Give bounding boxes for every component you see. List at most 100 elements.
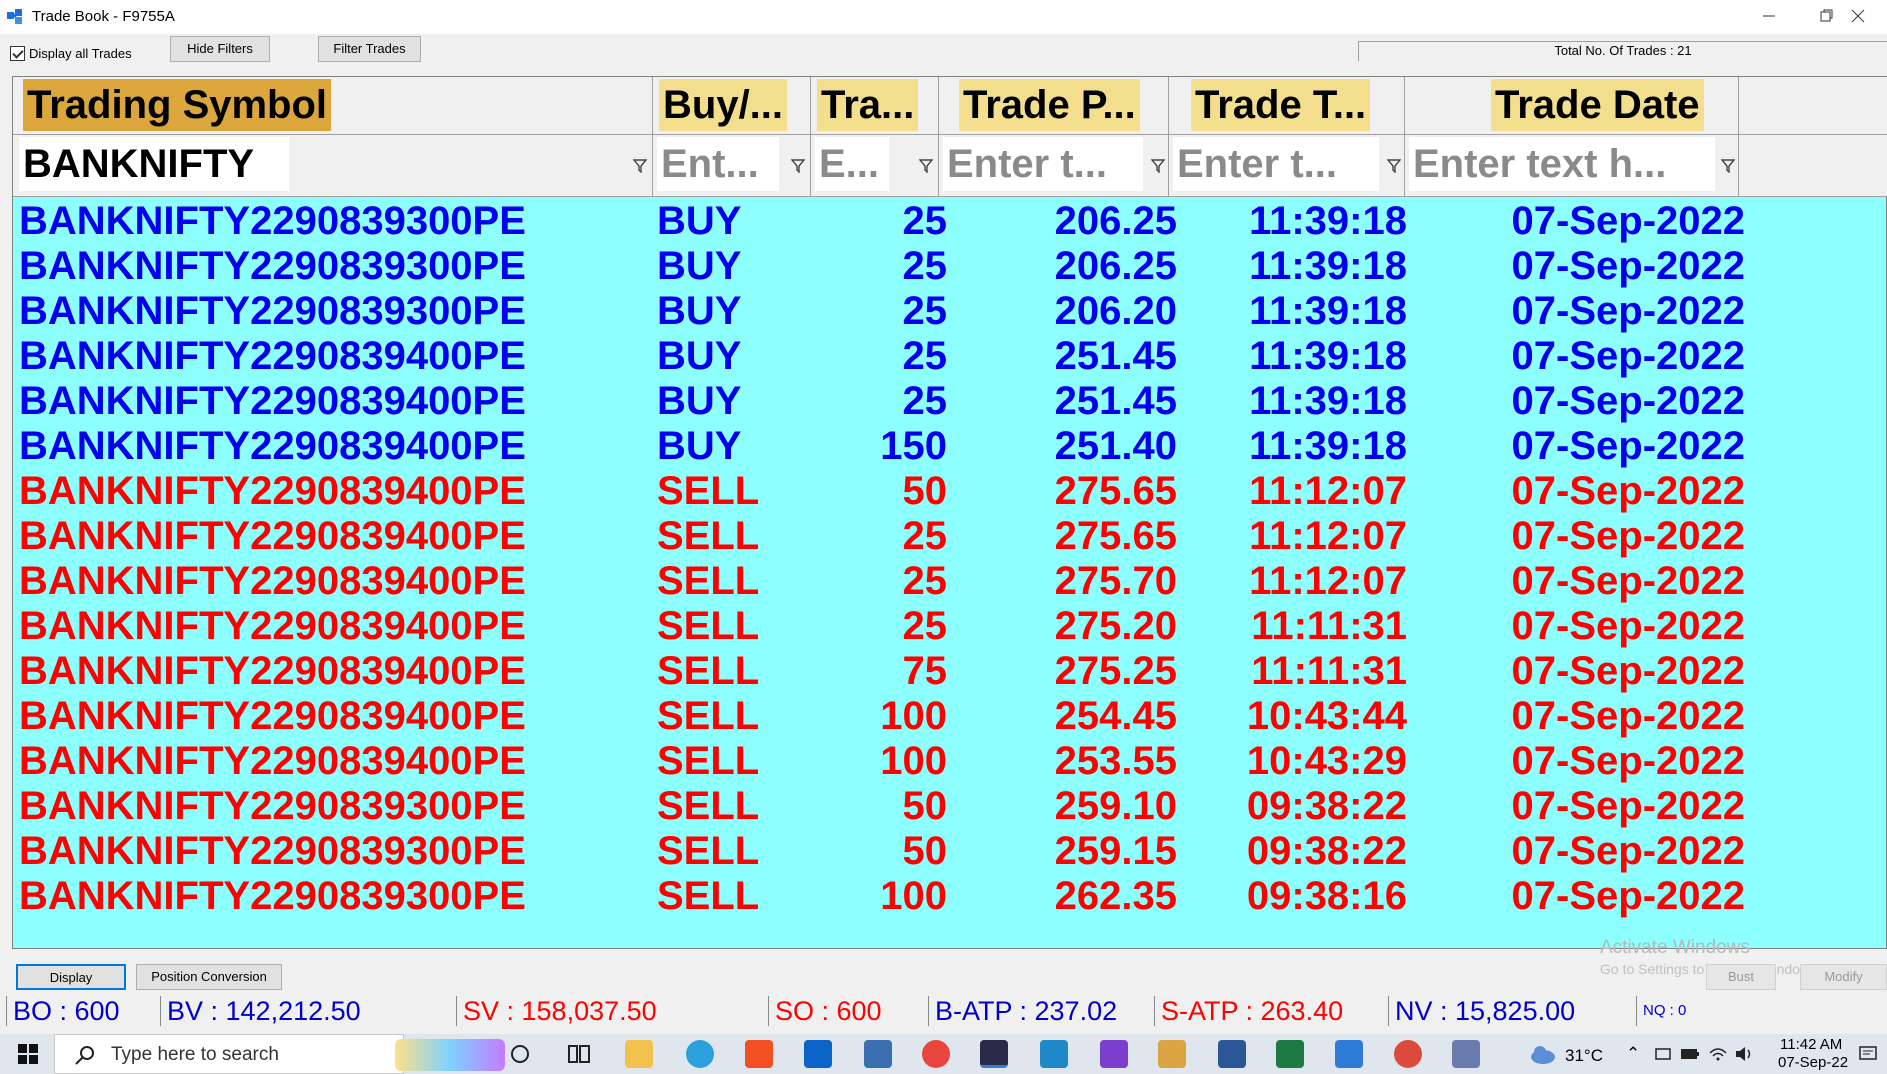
mail-icon[interactable] <box>804 1040 832 1068</box>
modify-button[interactable]: Modify <box>1800 964 1887 990</box>
desktop-app-icon[interactable] <box>864 1040 892 1068</box>
taskbar-clock-time[interactable]: 11:42 AM <box>1780 1036 1842 1053</box>
cell-time: 11:39:18 <box>1249 424 1407 468</box>
filter-trade-price-input[interactable]: Enter t... <box>943 137 1143 191</box>
filter-trade-qty-input[interactable]: E... <box>815 137 889 191</box>
table-row[interactable]: BANKNIFTY2290839300PE SELL 50 259.10 09:38:2… <box>13 784 1887 829</box>
table-row[interactable]: BANKNIFTY2290839400PE SELL 100 253.55 10:43:… <box>13 739 1887 784</box>
cell-date: 07-Sep-2022 <box>1511 694 1745 738</box>
cell-time: 09:38:16 <box>1246 874 1407 918</box>
filter-trade-qty: E... <box>811 135 939 197</box>
cell-symbol: BANKNIFTY2290839400PE <box>19 424 526 468</box>
minimize-button[interactable] <box>1740 0 1798 32</box>
trade-grid: Trading Symbol Buy/... Tra... Trade P...… <box>12 76 1887 977</box>
cell-price: 275.65 <box>1054 514 1177 558</box>
taskbar-search-box[interactable]: Type here to search <box>54 1034 505 1074</box>
table-row[interactable]: BANKNIFTY2290839400PE SELL 50 275.65 11:12:0… <box>13 469 1887 514</box>
table-row[interactable]: BANKNIFTY2290839400PE BUY 150 251.40 11:39:1… <box>13 424 1887 469</box>
cell-side: SELL <box>657 514 760 558</box>
notifications-icon[interactable] <box>1858 1045 1878 1063</box>
hide-filters-button[interactable]: Hide Filters <box>170 36 270 62</box>
search-icon <box>75 1046 94 1065</box>
filter-funnel-icon[interactable] <box>1387 159 1401 173</box>
cell-side: SELL <box>657 829 760 873</box>
cell-time: 11:12:07 <box>1249 469 1407 513</box>
filter-trades-button[interactable]: Filter Trades <box>318 36 421 62</box>
filter-trade-date-input[interactable]: Enter text h... <box>1409 137 1715 191</box>
image-app-icon[interactable] <box>1158 1040 1186 1068</box>
excel-icon[interactable] <box>1276 1040 1304 1068</box>
filter-funnel-icon[interactable] <box>919 159 933 173</box>
microsoft-store-icon[interactable] <box>745 1040 773 1068</box>
checkbox-checked-icon[interactable] <box>10 46 25 61</box>
header-trading-symbol[interactable]: Trading Symbol <box>13 77 653 135</box>
wifi-icon[interactable] <box>1708 1045 1728 1063</box>
cortana-icon[interactable] <box>509 1043 531 1065</box>
position-conversion-button[interactable]: Position Conversion <box>136 964 282 990</box>
cell-qty: 100 <box>880 874 947 918</box>
cell-side: SELL <box>657 694 760 738</box>
cell-date: 07-Sep-2022 <box>1511 874 1745 918</box>
cell-side: SELL <box>657 784 760 828</box>
filter-funnel-icon[interactable] <box>633 159 647 173</box>
photos-icon[interactable] <box>1335 1040 1363 1068</box>
table-row[interactable]: BANKNIFTY2290839400PE SELL 75 275.25 11:11:3… <box>13 649 1887 694</box>
file-explorer-icon[interactable] <box>625 1040 653 1068</box>
filter-trading-symbol-input[interactable]: BANKNIFTY <box>19 137 289 191</box>
network-icon[interactable] <box>1654 1045 1672 1063</box>
filter-funnel-icon[interactable] <box>1721 159 1735 173</box>
filter-funnel-icon[interactable] <box>1151 159 1165 173</box>
display-all-trades-checkbox[interactable]: Display all Trades <box>10 46 132 61</box>
weather-cloud-icon[interactable] <box>1528 1043 1558 1065</box>
filter-funnel-icon[interactable] <box>791 159 805 173</box>
cell-qty: 50 <box>902 469 948 513</box>
table-row[interactable]: BANKNIFTY2290839400PE SELL 100 254.45 10:43:… <box>13 694 1887 739</box>
table-row[interactable]: BANKNIFTY2290839400PE SELL 25 275.65 11:12:0… <box>13 514 1887 559</box>
taskbar-clock-date[interactable]: 07-Sep-22 <box>1778 1054 1848 1071</box>
cell-symbol: BANKNIFTY2290839400PE <box>19 334 526 378</box>
trading-terminal-icon[interactable] <box>980 1040 1008 1068</box>
display-button[interactable]: Display <box>16 964 126 990</box>
cell-qty: 75 <box>902 649 948 693</box>
table-row[interactable]: BANKNIFTY2290839300PE SELL 50 259.15 09:38:2… <box>13 829 1887 874</box>
task-view-icon[interactable] <box>567 1043 591 1065</box>
document-app-icon[interactable] <box>1218 1040 1246 1068</box>
table-row[interactable]: BANKNIFTY2290839300PE BUY 25 206.25 11:39:18… <box>13 199 1887 244</box>
bust-button[interactable]: Bust <box>1706 964 1776 990</box>
cell-time: 10:43:29 <box>1246 739 1407 783</box>
filter-trade-time-input[interactable]: Enter t... <box>1173 137 1379 191</box>
table-row[interactable]: BANKNIFTY2290839400PE BUY 25 251.45 11:39:18… <box>13 379 1887 424</box>
header-label: Buy/... <box>659 79 788 131</box>
app-triangle-icon[interactable] <box>1100 1040 1128 1068</box>
header-trade-qty[interactable]: Tra... <box>811 77 939 135</box>
status-buy-value: BV : 142,212.50 <box>160 996 450 1026</box>
table-row[interactable]: BANKNIFTY2290839300PE BUY 25 206.20 11:39:18… <box>13 289 1887 334</box>
header-trade-date[interactable]: Trade Date <box>1405 77 1739 135</box>
cell-qty: 50 <box>902 829 948 873</box>
table-row[interactable]: BANKNIFTY2290839400PE BUY 25 251.45 11:39:18… <box>13 334 1887 379</box>
close-button[interactable] <box>1829 0 1887 32</box>
chrome-icon[interactable] <box>922 1040 950 1068</box>
filter-buy-sell-input[interactable]: Ent... <box>657 137 779 191</box>
header-buy-sell[interactable]: Buy/... <box>653 77 811 135</box>
header-trade-time[interactable]: Trade T... <box>1169 77 1405 135</box>
cell-time: 11:11:31 <box>1251 604 1407 648</box>
cell-price: 251.40 <box>1054 424 1177 468</box>
battery-icon[interactable] <box>1680 1046 1700 1062</box>
table-row[interactable]: BANKNIFTY2290839400PE SELL 25 275.70 11:12:0… <box>13 559 1887 604</box>
chrome-profile-icon[interactable] <box>1394 1040 1422 1068</box>
cell-qty: 100 <box>880 694 947 738</box>
cell-symbol: BANKNIFTY2290839300PE <box>19 784 526 828</box>
snipping-tool-icon[interactable] <box>1040 1040 1068 1068</box>
table-row[interactable]: BANKNIFTY2290839400PE SELL 25 275.20 11:11:3… <box>13 604 1887 649</box>
cell-date: 07-Sep-2022 <box>1511 199 1745 243</box>
windows-start-icon[interactable] <box>18 1044 38 1064</box>
cell-price: 262.35 <box>1054 874 1177 918</box>
header-trade-price[interactable]: Trade P... <box>939 77 1169 135</box>
table-row[interactable]: BANKNIFTY2290839300PE BUY 25 206.25 11:39:18… <box>13 244 1887 289</box>
tray-chevron-up-icon[interactable]: ⌃ <box>1626 1044 1640 1064</box>
volume-icon[interactable] <box>1734 1045 1754 1063</box>
edge-browser-icon[interactable] <box>686 1040 714 1068</box>
table-row[interactable]: BANKNIFTY2290839300PE SELL 100 262.35 09:38:… <box>13 874 1887 919</box>
calculator-icon[interactable] <box>1452 1040 1480 1068</box>
